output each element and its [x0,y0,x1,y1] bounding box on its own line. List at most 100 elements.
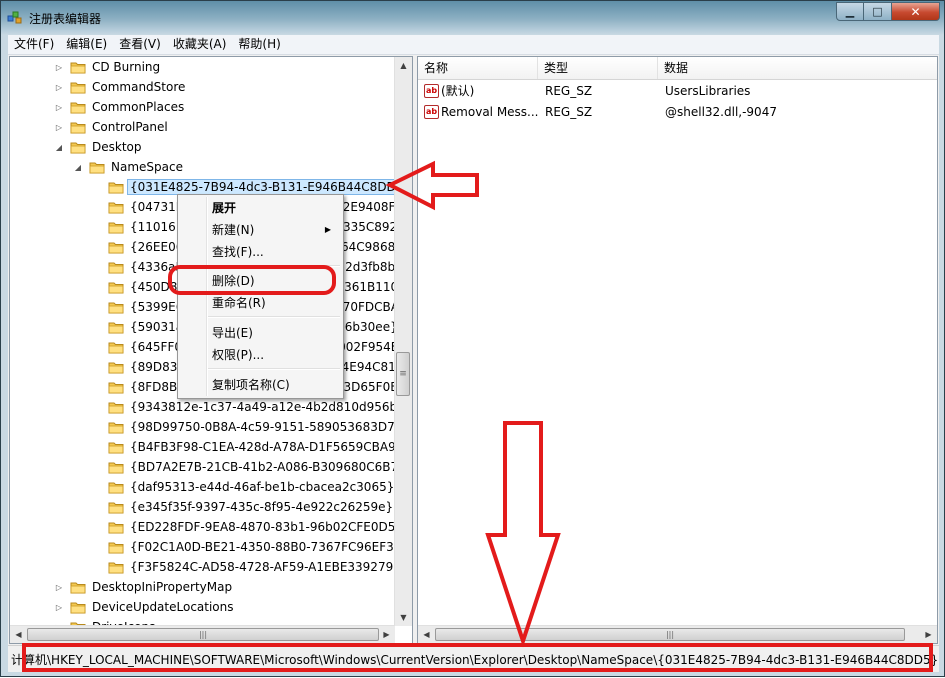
maximize-button[interactable]: □ [864,2,892,21]
menu-edit[interactable]: 编辑(E) [60,35,113,54]
tree-expander-icon[interactable]: ▷ [54,82,64,92]
tree-expander-icon[interactable]: ▷ [54,62,64,72]
tree-expander-icon[interactable] [92,302,102,312]
tree-node-label: {9343812e-1c37-4a49-a12e-4b2d810d956b} [130,400,405,414]
value-row[interactable]: ab Removal Mess... REG_SZ @shell32.dll,-… [418,102,918,123]
menu-item-delete[interactable]: 删除(D) [180,270,341,292]
tree-node[interactable]: ▷ CD Burning [54,57,160,77]
tree-expander-icon[interactable] [92,262,102,272]
tree-expander-icon[interactable]: ◢ [73,162,83,172]
folder-icon [70,82,86,93]
tree-expander-icon[interactable]: ◢ [54,142,64,152]
tree-node[interactable]: ▷ CommonPlaces [54,97,184,117]
tree-expander-icon[interactable] [92,342,102,352]
tree-node-label: {daf95313-e44d-46af-be1b-cbacea2c3065} [130,480,395,494]
regedit-app-icon [7,9,23,25]
tree-expander-icon[interactable] [92,562,102,572]
column-header-type[interactable]: 类型 [538,57,658,79]
list-horizontal-scrollbar[interactable]: ◀ ||| ▶ [418,625,937,643]
tree-expander-icon[interactable] [92,522,102,532]
tree-node[interactable]: ▷ ControlPanel [54,117,168,137]
tree-scroll-thumb[interactable]: ≡ [396,352,410,396]
menu-help[interactable]: 帮助(H) [232,35,286,54]
menu-item-rename[interactable]: 重命名(R) [180,292,341,314]
minimize-button[interactable]: ▁ [836,2,864,21]
title-bar[interactable]: 注册表编辑器 ▁ □ ✕ [1,1,945,35]
scroll-left-arrow-icon[interactable]: ◀ [418,626,435,643]
tree-expander-icon[interactable] [92,462,102,472]
scroll-left-arrow-icon[interactable]: ◀ [10,626,27,643]
tree-node-label: CommandStore [92,80,186,94]
tree-expander-icon[interactable] [92,362,102,372]
tree-node[interactable]: ▷ CommandStore [54,77,185,97]
tree-expander-icon[interactable] [92,502,102,512]
folder-icon [108,202,124,213]
folder-icon [108,182,124,193]
tree-node[interactable]: {B4FB3F98-C1EA-428d-A78A-D1F5659CBA93} [92,437,411,457]
value-name: (默认) [441,84,475,98]
tree-expander-icon[interactable] [92,202,102,212]
tree-hscroll-thumb[interactable]: ||| [27,628,379,641]
tree-node-label: CD Burning [92,60,161,74]
tree-node[interactable]: ▷ DeviceUpdateLocations [54,597,234,617]
tree-expander-icon[interactable] [92,242,102,252]
column-header-name[interactable]: 名称 [418,57,538,79]
tree-expander-icon[interactable] [92,542,102,552]
tree-node[interactable]: {F02C1A0D-BE21-4350-88B0-7367FC96EF3C} [92,537,410,557]
tree-node[interactable]: ▷ DesktopIniPropertyMap [54,577,232,597]
tree-node[interactable]: {daf95313-e44d-46af-be1b-cbacea2c3065} [92,477,394,497]
tree-expander-icon[interactable] [92,222,102,232]
menu-item-permissions[interactable]: 权限(P)... [180,344,341,366]
menu-item-copy-key-name[interactable]: 复制项名称(C) [180,374,341,396]
tree-expander-icon[interactable] [92,442,102,452]
tree-node[interactable]: {98D99750-0B8A-4c59-9151-589053683D73} [92,417,410,437]
tree-node[interactable]: {BD7A2E7B-21CB-41b2-A086-B309680C6B7E} [92,457,412,477]
menu-item-new[interactable]: 新建(N) ▶ [180,219,341,241]
close-button[interactable]: ✕ [892,2,940,21]
tree-node[interactable]: ◢ Desktop [54,137,142,157]
folder-icon [108,442,124,453]
folder-icon [108,462,124,473]
menu-separator [208,265,340,267]
tree-expander-icon[interactable] [92,422,102,432]
tree-node[interactable]: {ED228FDF-9EA8-4870-83b1-96b02CFE0D52} [92,517,411,537]
tree-node[interactable]: ◢ NameSpace [73,157,183,177]
list-hscroll-thumb[interactable]: ||| [435,628,905,641]
scroll-up-arrow-icon[interactable]: ▲ [395,57,412,74]
menu-item-find[interactable]: 查找(F)... [180,241,341,263]
scroll-right-arrow-icon[interactable]: ▶ [378,626,395,643]
folder-icon [108,262,124,273]
scroll-down-arrow-icon[interactable]: ▼ [395,609,412,626]
tree-expander-icon[interactable] [92,382,102,392]
tree-expander-icon[interactable]: ▷ [54,602,64,612]
menu-view[interactable]: 查看(V) [113,35,167,54]
tree-expander-icon[interactable]: ▷ [54,582,64,592]
tree-node[interactable]: {e345f35f-9397-435c-8f95-4e922c26259e} [92,497,393,517]
tree-expander-icon[interactable] [92,322,102,332]
tree-expander-icon[interactable]: ▷ [54,102,64,112]
tree-node[interactable]: {F3F5824C-AD58-4728-AF59-A1EBE3392799} [92,557,408,577]
tree-node-label: {98D99750-0B8A-4c59-9151-589053683D73} [130,420,410,434]
menu-file[interactable]: 文件(F) [8,35,60,54]
menu-item-export[interactable]: 导出(E) [180,322,341,344]
tree-expander-icon[interactable]: ▷ [54,122,64,132]
tree-node[interactable]: {9343812e-1c37-4a49-a12e-4b2d810d956b} [92,397,405,417]
menu-item-expand[interactable]: 展开 [180,197,341,219]
tree-expander-icon[interactable] [92,402,102,412]
tree-expander-icon[interactable] [92,482,102,492]
tree-node-label: ControlPanel [92,120,168,134]
folder-icon [108,482,124,493]
tree-expander-icon[interactable] [92,282,102,292]
tree-node-label: {ED228FDF-9EA8-4870-83b1-96b02CFE0D52} [130,520,411,534]
folder-icon [108,302,124,313]
value-row[interactable]: ab (默认) REG_SZ UsersLibraries [418,81,918,102]
tree-vertical-scrollbar[interactable]: ▲ ≡ ▼ [394,57,412,626]
column-header-data[interactable]: 数据 [658,57,937,79]
folder-icon [108,502,124,513]
menu-favorites[interactable]: 收藏夹(A) [167,35,233,54]
tree-horizontal-scrollbar[interactable]: ◀ ||| ▶ [10,625,395,643]
scroll-right-arrow-icon[interactable]: ▶ [920,626,937,643]
folder-icon [70,582,86,593]
folder-icon [108,542,124,553]
tree-expander-icon[interactable] [92,182,102,192]
